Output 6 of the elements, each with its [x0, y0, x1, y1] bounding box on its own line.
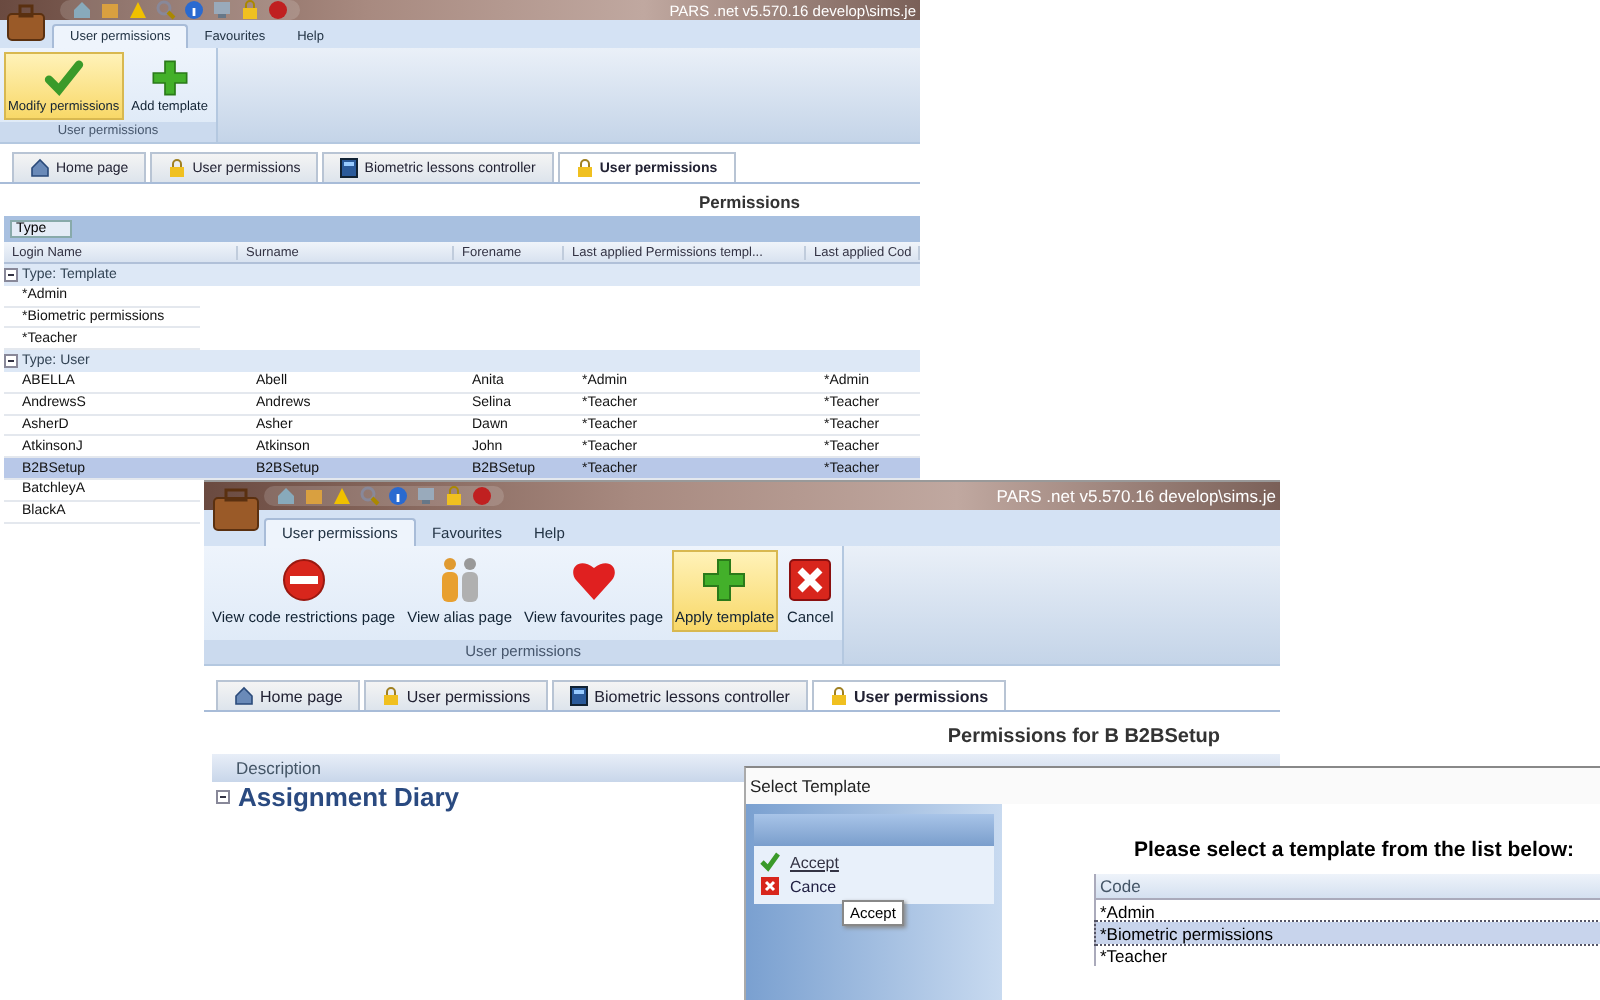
page-heading: Permissions	[696, 190, 802, 216]
window-title: PARS .net v5.570.16 develop\sims.je	[996, 486, 1278, 506]
page-heading: Permissions for B B2BSetup	[945, 724, 1222, 752]
section-title: Assignment Diary	[238, 782, 460, 812]
prompt-text: Please select a template from the list below:	[1132, 836, 1576, 866]
dialog-title: Select Template	[746, 768, 1600, 804]
